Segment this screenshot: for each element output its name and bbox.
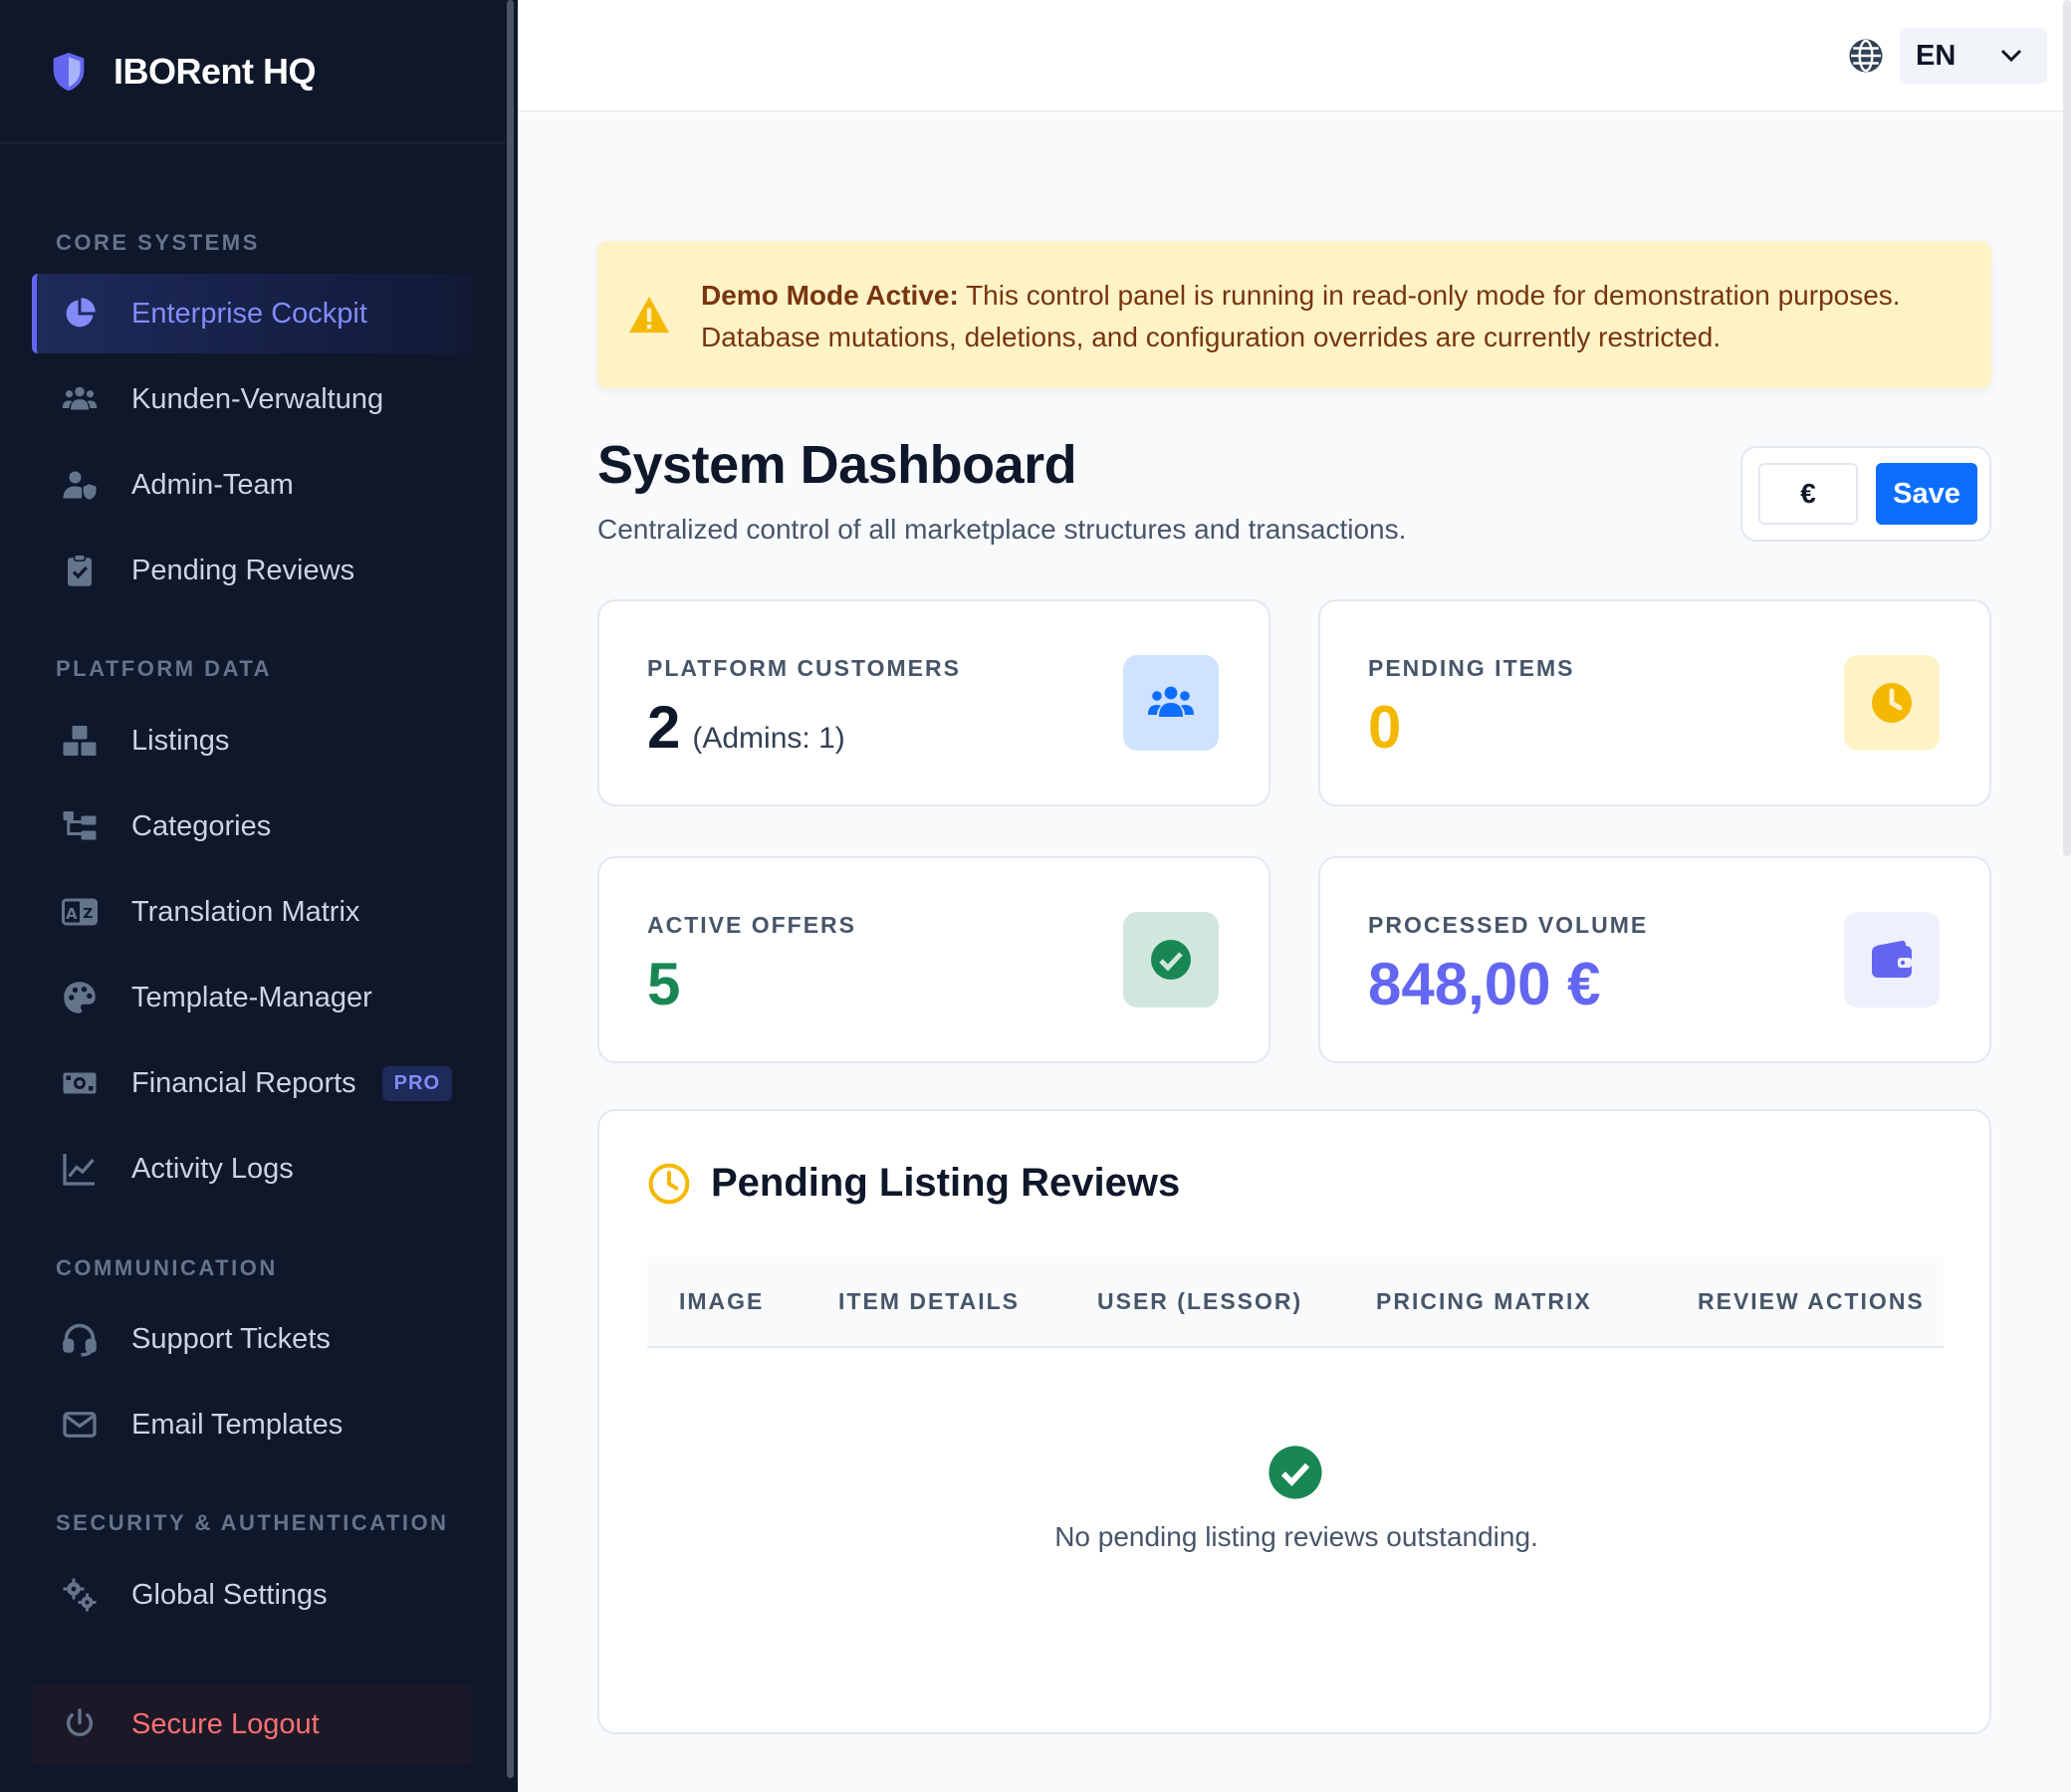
envelope-icon xyxy=(60,1405,100,1445)
sidebar-item-label: Global Settings xyxy=(131,1578,328,1611)
boxes-icon xyxy=(60,721,100,761)
section-label-platform-data: PLATFORM DATA xyxy=(56,656,273,681)
sidebar-item-translation-matrix[interactable]: AZ Translation Matrix xyxy=(32,872,472,952)
stat-label: PROCESSED VOLUME xyxy=(1368,912,1649,938)
stat-value: 848,00 € xyxy=(1368,951,1601,1017)
brand[interactable]: IBORent HQ xyxy=(0,0,506,143)
section-label-security-authentication: SECURITY & AUTHENTICATION xyxy=(56,1510,449,1535)
brand-title: IBORent HQ xyxy=(114,50,317,92)
clipboard-check-icon xyxy=(60,551,100,590)
pie-chart-icon xyxy=(60,294,100,334)
main-scrollbar[interactable] xyxy=(2063,0,2071,856)
svg-text:Z: Z xyxy=(83,906,93,922)
sidebar-scrollbar[interactable] xyxy=(507,0,514,1778)
stat-sub: (Admins: 1) xyxy=(692,722,845,755)
logout-button[interactable]: Secure Logout xyxy=(32,1684,472,1764)
stat-label: PENDING ITEMS xyxy=(1368,655,1575,681)
svg-text:A: A xyxy=(66,905,78,923)
stat-card-pending-items: PENDING ITEMS 0 xyxy=(1318,599,1991,806)
stat-label: PLATFORM CUSTOMERS xyxy=(647,655,961,681)
stat-card-active-offers: ACTIVE OFFERS 5 xyxy=(597,856,1270,1063)
palette-icon xyxy=(60,978,100,1017)
page-subtitle: Centralized control of all marketplace s… xyxy=(597,514,1407,545)
clock-icon xyxy=(1844,655,1940,751)
pro-badge: PRO xyxy=(381,1065,452,1101)
alert-title: Demo Mode Active: xyxy=(701,280,959,311)
logout-label: Secure Logout xyxy=(131,1707,320,1740)
currency-input[interactable]: € xyxy=(1758,463,1858,525)
sidebar-item-label: Pending Reviews xyxy=(131,554,355,586)
line-chart-icon xyxy=(60,1149,100,1189)
panel-header: Pending Listing Reviews xyxy=(647,1161,1180,1206)
sidebar-item-admin-team[interactable]: Admin-Team xyxy=(32,445,472,525)
language-value: EN xyxy=(1916,39,1956,72)
power-icon xyxy=(60,1704,100,1744)
money-icon xyxy=(60,1063,100,1103)
section-label-communication: COMMUNICATION xyxy=(56,1255,278,1280)
gears-icon xyxy=(60,1575,100,1615)
sidebar-item-label: Categories xyxy=(131,809,272,842)
user-shield-icon xyxy=(60,465,100,505)
sidebar-item-label: Support Tickets xyxy=(131,1322,331,1355)
globe-icon xyxy=(1849,39,1883,73)
save-button[interactable]: Save xyxy=(1876,463,1977,525)
language-select[interactable]: EN xyxy=(1900,28,2047,84)
stat-value: 0 xyxy=(1368,694,1402,761)
stat-value: 5 xyxy=(647,951,681,1017)
column-header-item-details: ITEM DETAILS xyxy=(838,1288,1021,1314)
stat-value: 2 (Admins: 1) xyxy=(647,694,845,761)
sidebar-item-label: Listings xyxy=(131,724,230,757)
stat-label: ACTIVE OFFERS xyxy=(647,912,857,938)
sidebar-item-categories[interactable]: Categories xyxy=(32,786,472,866)
wallet-icon xyxy=(1844,912,1940,1008)
stat-card-processed-volume: PROCESSED VOLUME 848,00 € xyxy=(1318,856,1991,1063)
column-header-review-actions: REVIEW ACTIONS xyxy=(1698,1288,1925,1314)
alert-text: Demo Mode Active: This control panel is … xyxy=(701,275,1965,358)
sidebar-item-support-tickets[interactable]: Support Tickets xyxy=(32,1299,472,1379)
sidebar-item-label: Enterprise Cockpit xyxy=(131,297,367,330)
sidebar-item-template-manager[interactable]: Template-Manager xyxy=(32,958,472,1037)
sidebar-item-label: Translation Matrix xyxy=(131,895,360,928)
folder-tree-icon xyxy=(60,806,100,846)
sidebar-item-enterprise-cockpit[interactable]: Enterprise Cockpit xyxy=(32,274,472,353)
pending-reviews-panel: Pending Listing Reviews IMAGE ITEM DETAI… xyxy=(597,1109,1991,1734)
users-icon xyxy=(60,379,100,419)
sidebar-item-label: Kunden-Verwaltung xyxy=(131,382,384,415)
topbar: EN xyxy=(518,0,2071,112)
sidebar-item-label: Template-Manager xyxy=(131,981,372,1013)
sidebar-item-label: Activity Logs xyxy=(131,1152,294,1185)
sidebar-item-label: Admin-Team xyxy=(131,468,294,501)
column-header-user-lessor: USER (LESSOR) xyxy=(1097,1288,1303,1314)
section-label-core-systems: CORE SYSTEMS xyxy=(56,230,260,255)
clock-icon xyxy=(648,1163,690,1204)
empty-state-message: No pending listing reviews outstanding. xyxy=(1054,1521,1538,1552)
users-icon xyxy=(1123,655,1219,751)
column-header-pricing-matrix: PRICING MATRIX xyxy=(1376,1288,1592,1314)
sidebar-item-listings[interactable]: Listings xyxy=(32,701,472,781)
sidebar-item-financial-reports[interactable]: Financial Reports PRO xyxy=(32,1043,472,1123)
sidebar-item-email-templates[interactable]: Email Templates xyxy=(32,1385,472,1464)
column-header-image: IMAGE xyxy=(679,1288,765,1314)
shield-icon xyxy=(53,52,85,91)
sidebar-item-global-settings[interactable]: Global Settings xyxy=(32,1555,472,1635)
language-icon: AZ xyxy=(60,892,100,932)
warning-icon xyxy=(629,296,669,334)
chevron-down-icon xyxy=(2000,49,2022,63)
headset-icon xyxy=(60,1319,100,1359)
table-header: IMAGE ITEM DETAILS USER (LESSOR) PRICING… xyxy=(647,1256,1944,1348)
sidebar-item-label: Email Templates xyxy=(131,1408,344,1441)
stat-card-platform-customers: PLATFORM CUSTOMERS 2 (Admins: 1) xyxy=(597,599,1270,806)
check-circle-icon xyxy=(1123,912,1219,1008)
currency-form: € Save xyxy=(1740,446,1991,542)
sidebar: IBORent HQ CORE SYSTEMS Enterprise Cockp… xyxy=(0,0,518,1792)
check-circle-icon xyxy=(1268,1446,1322,1499)
sidebar-item-activity-logs[interactable]: Activity Logs xyxy=(32,1129,472,1209)
sidebar-item-label: Financial Reports xyxy=(131,1066,356,1099)
panel-title: Pending Listing Reviews xyxy=(711,1161,1181,1205)
page-title: System Dashboard xyxy=(597,435,1077,495)
sidebar-item-kunden-verwaltung[interactable]: Kunden-Verwaltung xyxy=(32,359,472,439)
demo-mode-alert: Demo Mode Active: This control panel is … xyxy=(597,241,1991,388)
sidebar-item-pending-reviews[interactable]: Pending Reviews xyxy=(32,531,472,610)
